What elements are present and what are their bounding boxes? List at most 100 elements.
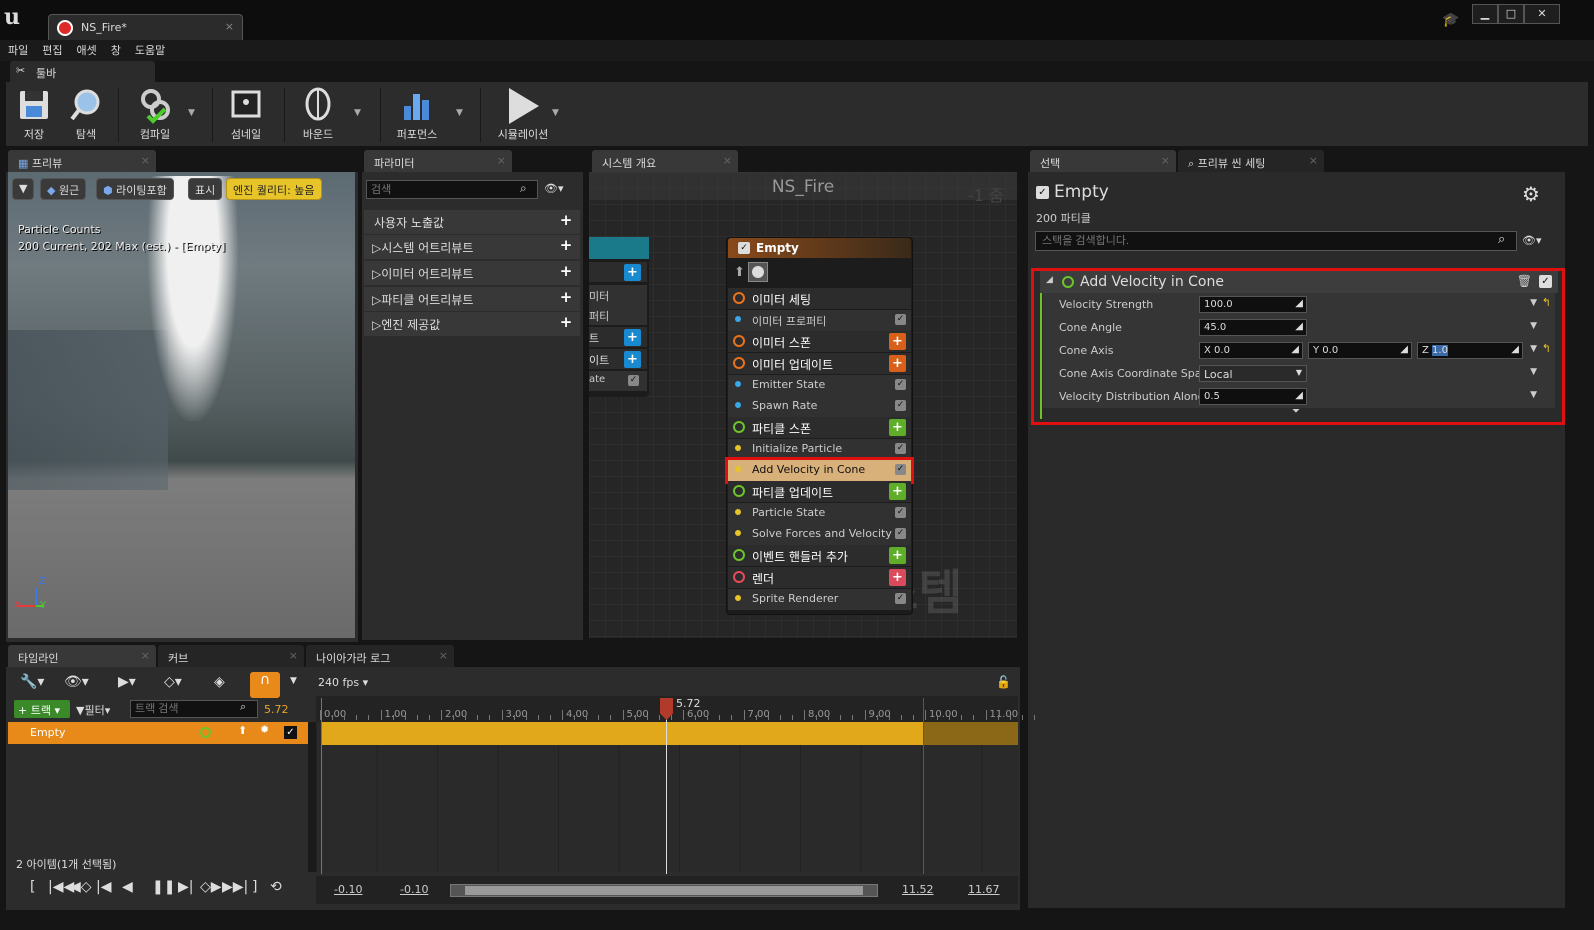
preview-tab[interactable]: ▦ 프리뷰 × (8, 150, 156, 172)
visibility-eye-icon[interactable]: 👁▾ (1522, 234, 1542, 247)
node-row[interactable]: Add Velocity in Cone ✓ (725, 457, 914, 484)
system-overview-tab[interactable]: 시스템 개요 × (592, 150, 738, 172)
expand-icon[interactable]: ◢ (1511, 344, 1519, 355)
add-icon[interactable]: + (558, 290, 574, 306)
show-advanced-icon[interactable]: ⏷ (1292, 406, 1300, 417)
node-row[interactable]: 파티클 스폰 + (728, 417, 911, 438)
save-button[interactable]: 저장 (14, 86, 54, 142)
trash-icon[interactable]: 🗑 (1517, 274, 1532, 288)
add-icon[interactable]: + (889, 355, 906, 372)
chevron-down-icon[interactable]: ▼ (1530, 321, 1537, 331)
maximize-button[interactable]: □ (1498, 4, 1524, 24)
add-icon[interactable]: + (889, 419, 906, 436)
selection-tab[interactable]: 선택 × (1030, 150, 1176, 172)
emitter-node-header[interactable]: ✓ Empty (728, 238, 911, 258)
checkbox-icon[interactable]: ✓ (895, 443, 906, 454)
chevron-down-icon[interactable]: ▼ (1530, 298, 1537, 308)
range-scrollbar-thumb[interactable] (465, 886, 863, 895)
node-row[interactable]: 파티클 업데이트 + (728, 481, 911, 502)
reverse-icon[interactable]: ◀ (122, 879, 133, 895)
track-enable-checkbox[interactable]: ✓ (284, 726, 297, 739)
add-icon[interactable]: + (558, 315, 574, 331)
document-tab[interactable]: NS_Fire* × (48, 14, 243, 40)
keyframe-icon[interactable]: ◇▾ (164, 674, 182, 690)
velocity-strength-field[interactable]: 100.0 ◢ (1199, 296, 1307, 313)
close-icon[interactable]: × (141, 649, 150, 662)
timeline-tab[interactable]: 타임라인 × (8, 645, 156, 667)
next-key-icon[interactable]: ◇▶ (200, 879, 222, 895)
set-start-icon[interactable]: [ (30, 879, 35, 895)
add-icon[interactable]: + (624, 351, 641, 368)
checkbox-icon[interactable]: ✓ (895, 507, 906, 518)
splitter[interactable] (308, 722, 316, 872)
close-icon[interactable]: × (1161, 154, 1170, 167)
close-icon[interactable]: × (141, 154, 150, 167)
param-particle-attributes[interactable]: ▷파티클 어트리뷰트 + (364, 287, 580, 311)
node-row[interactable]: Spawn Rate ✓ (728, 396, 911, 417)
add-icon[interactable]: + (889, 547, 906, 564)
module-header[interactable]: ◢ Add Velocity in Cone 🗑 ✓ (1040, 271, 1558, 293)
chevron-down-icon[interactable]: ▼ (1530, 390, 1537, 400)
preview-scene-settings-tab[interactable]: ⌕ 프리뷰 씬 세팅 × (1178, 150, 1324, 172)
minimize-button[interactable]: ▁ (1472, 4, 1498, 24)
key-tag-icon[interactable]: ◈ (214, 674, 225, 690)
pause-icon[interactable]: ❚❚ (152, 879, 175, 895)
performance-button[interactable]: 퍼포먼스 (390, 86, 444, 142)
expand-icon[interactable]: ◢ (1400, 344, 1408, 355)
playback-start-value[interactable]: -0.10 (400, 883, 428, 896)
toolbar-tab[interactable]: ✂ 툴바 (10, 61, 155, 82)
reset-icon[interactable]: ↰ (1542, 296, 1551, 309)
menu-file[interactable]: 파일 (0, 40, 34, 58)
cone-axis-y-field[interactable]: Y 0.0 ◢ (1308, 342, 1412, 359)
node-row[interactable]: Initialize Particle ✓ (728, 439, 911, 460)
viewport-options-dropdown[interactable]: ▼ (12, 178, 34, 200)
simulation-dropdown-icon[interactable]: ▼ (552, 108, 559, 118)
view-end-value[interactable]: 11.67 (968, 883, 1000, 896)
close-icon[interactable]: × (225, 20, 234, 33)
param-emitter-attributes[interactable]: ▷이미터 어트리뷰트 + (364, 261, 580, 285)
set-end-icon[interactable]: ] (252, 879, 257, 895)
compile-button[interactable]: 컴파일 (130, 86, 180, 142)
browse-button[interactable]: 탐색 (64, 86, 108, 142)
jump-end-icon[interactable]: ▶▶| (222, 879, 248, 895)
add-icon[interactable]: + (889, 569, 906, 586)
playhead-line[interactable] (666, 698, 667, 874)
menu-edit[interactable]: 편집 (34, 40, 68, 58)
playback-end-value[interactable]: 11.52 (902, 883, 934, 896)
add-icon[interactable]: + (889, 483, 906, 500)
checkbox-icon[interactable]: ✓ (895, 400, 906, 411)
close-window-button[interactable]: ✕ (1524, 4, 1560, 24)
chevron-down-icon[interactable]: ▼ (1530, 344, 1537, 354)
bounds-button[interactable]: 바운드 (296, 86, 340, 142)
add-icon[interactable]: + (558, 238, 574, 254)
emitter-enable-checkbox[interactable]: ✓ (738, 242, 750, 254)
track-search-input[interactable] (130, 700, 258, 718)
add-icon[interactable]: + (889, 333, 906, 350)
expand-icon[interactable]: ◢ (1295, 390, 1303, 401)
add-icon[interactable]: + (624, 329, 641, 346)
collapse-icon[interactable]: ◢ (1046, 275, 1053, 285)
expand-icon[interactable]: ◢ (1291, 344, 1299, 355)
checkbox-icon[interactable]: ✓ (895, 593, 906, 604)
learn-icon[interactable]: 🎓 (1442, 12, 1459, 28)
cone-axis-x-field[interactable]: X 0.0 ◢ (1199, 342, 1303, 359)
filter-button[interactable]: ▼필터▾ (76, 702, 110, 718)
pin-icon[interactable]: ⬆ (734, 265, 745, 280)
stack-search-input[interactable] (1035, 231, 1517, 251)
range-scrollbar[interactable] (450, 884, 878, 897)
bounds-dropdown-icon[interactable]: ▼ (354, 108, 361, 118)
checkbox-icon[interactable]: ✓ (895, 464, 906, 475)
parameters-tab[interactable]: 파라미터 × (364, 150, 512, 172)
perspective-button[interactable]: ◆ 원근 (40, 178, 87, 200)
node-row[interactable]: Emitter State ✓ (728, 375, 911, 396)
menu-help[interactable]: 도움말 (127, 40, 171, 58)
node-row[interactable]: 렌더 + (728, 567, 911, 588)
snap-magnet-icon[interactable]: ∩ (250, 672, 280, 698)
velocity-distribution-field[interactable]: 0.5 ◢ (1199, 388, 1307, 405)
engine-quality-button[interactable]: 엔진 퀄리티: 높음 (226, 178, 322, 200)
node-row[interactable]: Solve Forces and Velocity ✓ (728, 524, 911, 545)
fps-dropdown[interactable]: 240 fps ▾ (318, 676, 368, 689)
param-user-exposed[interactable]: 사용자 노출값 + (364, 210, 580, 234)
curves-tab[interactable]: 커브 × (158, 645, 304, 667)
close-icon[interactable]: × (439, 649, 448, 662)
